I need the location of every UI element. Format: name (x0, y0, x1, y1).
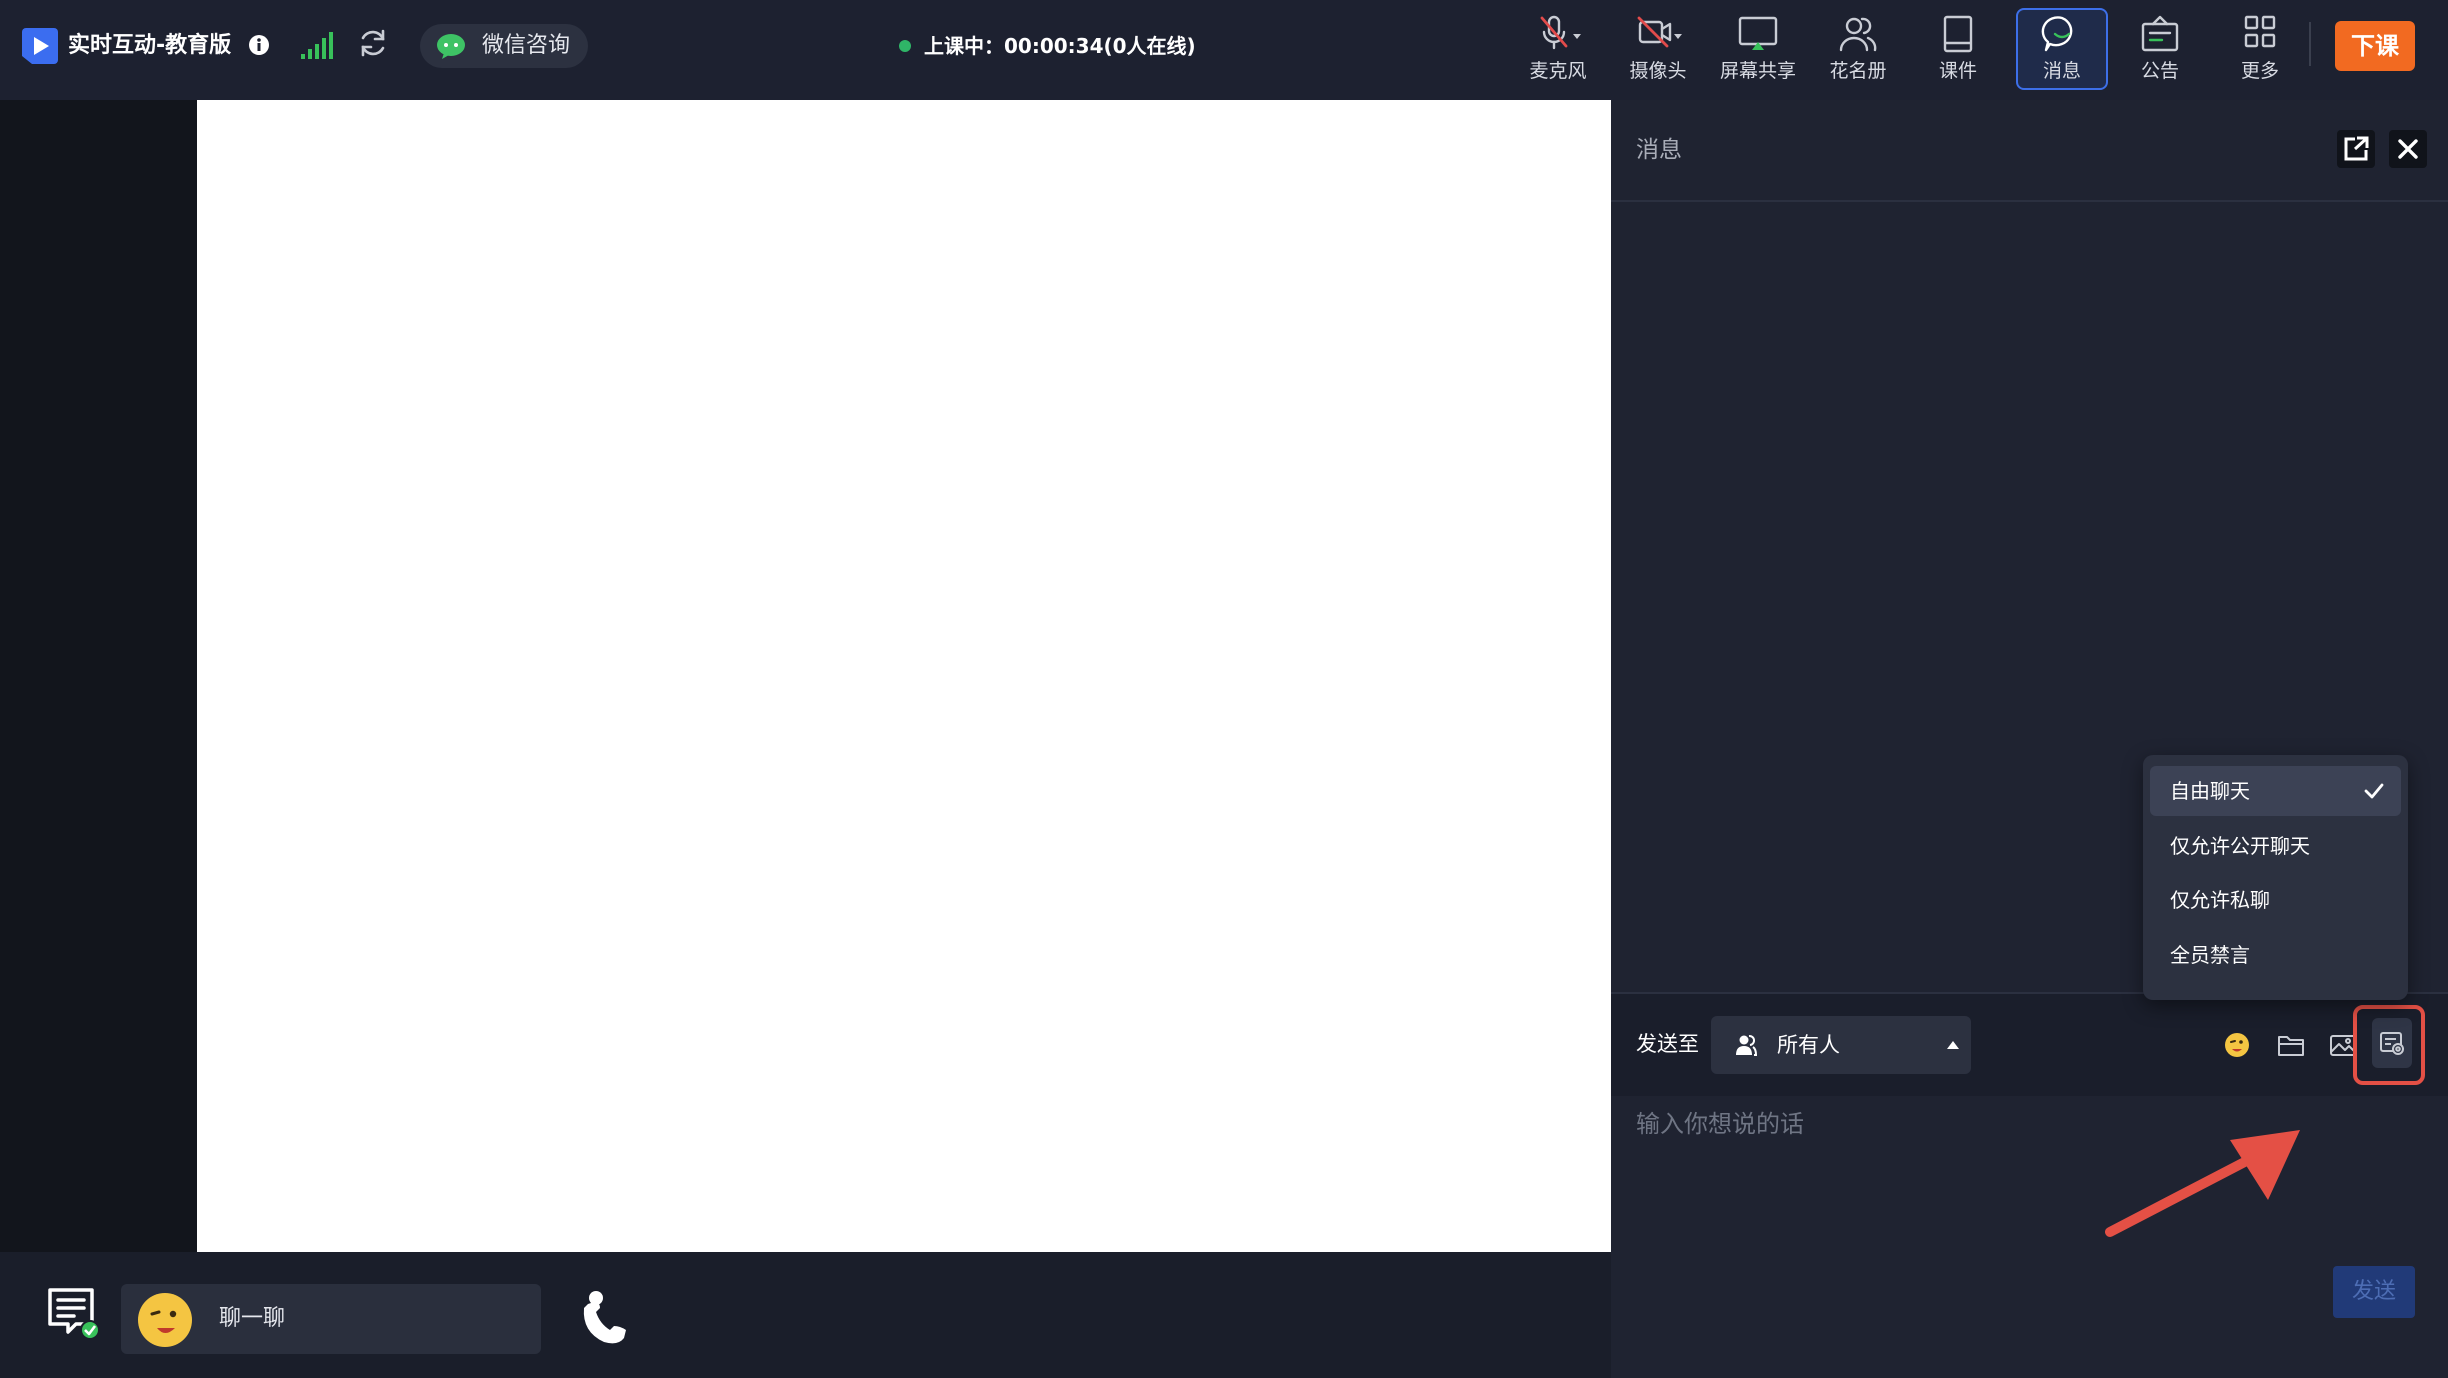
courseware-icon (1936, 14, 1980, 54)
video-strip (0, 100, 197, 1252)
mic-button[interactable]: 麦克风 (1512, 8, 1604, 90)
wechat-icon (436, 33, 466, 59)
announcement-button[interactable]: 公告 (2114, 8, 2206, 90)
online-status-dot (899, 40, 911, 52)
tool-label: 公告 (2140, 60, 2179, 82)
chat-mode-option-label: 自由聊天 (2170, 779, 2250, 803)
folder-icon[interactable] (2276, 1030, 2306, 1060)
annotation-highlight-box (2353, 1005, 2425, 1085)
wink-emoji-icon (137, 1292, 193, 1348)
more-button[interactable]: 更多 (2214, 8, 2306, 90)
roster-icon (1836, 14, 1880, 54)
screen-share-button[interactable]: 屏幕共享 (1712, 8, 1804, 90)
emoji-icon[interactable] (2222, 1030, 2252, 1060)
chat-mode-option-label: 仅允许公开聊天 (2170, 834, 2310, 858)
end-class-button[interactable]: 下课 (2335, 21, 2415, 71)
popout-icon[interactable] (2337, 130, 2375, 168)
hand-raise-phone-icon[interactable] (580, 1290, 632, 1346)
courseware-button[interactable]: 课件 (1912, 8, 2004, 90)
chat-mode-menu: 自由聊天 仅允许公开聊天 仅允许私聊 全员禁言 (2143, 755, 2408, 1000)
camera-button[interactable]: 摄像头 (1612, 8, 1704, 90)
chat-mode-option-label: 仅允许私聊 (2170, 888, 2270, 912)
close-icon[interactable] (2389, 130, 2427, 168)
checklist-icon[interactable] (46, 1286, 102, 1342)
app-title: 实时互动-教育版 (68, 33, 232, 58)
tool-label: 消息 (2042, 60, 2081, 82)
chat-mode-option-label: 全员禁言 (2170, 943, 2250, 967)
caret-up-icon (1947, 1041, 1959, 1049)
tool-label: 摄像头 (1629, 60, 1687, 82)
message-button[interactable]: 消息 (2016, 8, 2108, 90)
class-status-text: 上课中：00:00:34(0人在线) (924, 34, 1196, 58)
screen-share-icon (1736, 14, 1780, 54)
composer-input-area (1611, 1096, 2448, 1378)
annotation-arrow-icon (2100, 1122, 2310, 1240)
tool-label: 麦克风 (1529, 60, 1587, 82)
send-to-label: 发送至 (1636, 1032, 1699, 1056)
tool-label: 更多 (2240, 60, 2279, 82)
announcement-icon (2138, 14, 2182, 54)
chat-mode-option[interactable]: 仅允许公开聊天 (2150, 821, 2401, 871)
network-signal-icon (300, 30, 334, 60)
info-icon[interactable] (248, 34, 270, 56)
panel-title: 消息 (1636, 137, 1682, 163)
roster-button[interactable]: 花名册 (1812, 8, 1904, 90)
refresh-icon[interactable] (356, 26, 390, 60)
chat-entry-button[interactable]: 聊一聊 (121, 1284, 541, 1354)
wechat-consult-label: 微信咨询 (482, 33, 571, 58)
whiteboard-canvas[interactable] (197, 100, 1611, 1252)
chat-entry-label: 聊一聊 (219, 1306, 286, 1331)
send-button[interactable]: 发送 (2333, 1266, 2415, 1318)
tool-label: 屏幕共享 (1719, 60, 1796, 82)
mic-off-icon (1536, 14, 1581, 54)
checkmark-icon (2364, 782, 2384, 800)
recipient-value: 所有人 (1777, 1033, 1840, 1057)
users-icon (1735, 1034, 1757, 1056)
app-logo-icon (20, 26, 60, 66)
chat-mode-option[interactable]: 全员禁言 (2150, 930, 2401, 980)
camera-off-icon (1636, 14, 1682, 54)
tool-label: 课件 (1938, 60, 1977, 82)
more-grid-icon (2238, 14, 2282, 54)
recipient-select[interactable]: 所有人 (1711, 1016, 1971, 1074)
chat-mode-option[interactable]: 仅允许私聊 (2150, 875, 2401, 925)
message-icon (2040, 14, 2084, 54)
wechat-consult-button[interactable]: 微信咨询 (420, 24, 588, 68)
chat-mode-option[interactable]: 自由聊天 (2150, 766, 2401, 816)
tool-label: 花名册 (1829, 60, 1887, 82)
toolbar-divider (2309, 22, 2311, 66)
